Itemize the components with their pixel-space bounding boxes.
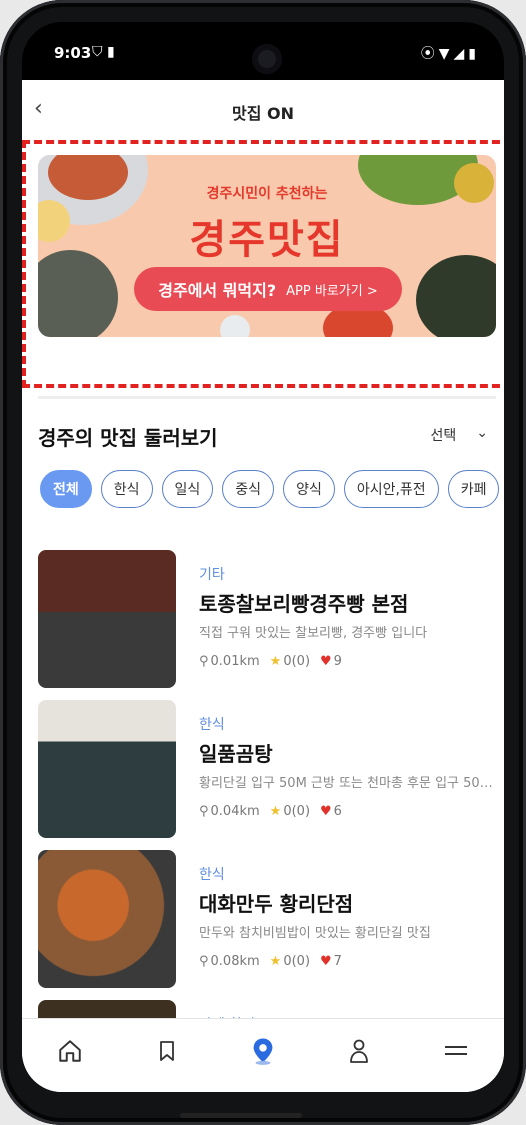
user-icon xyxy=(350,1039,369,1063)
cta-sub-text: APP 바로가기 > xyxy=(286,283,378,299)
nav-profile[interactable] xyxy=(335,1027,383,1075)
nav-map[interactable] xyxy=(239,1027,287,1075)
chip-korean[interactable]: 한식 xyxy=(100,470,153,508)
status-time: 9:03 xyxy=(54,44,92,62)
item-meta: ⚲ 0.04km ★ 0(0) ♥ 6 xyxy=(199,804,342,819)
chip-cafe[interactable]: 카페 xyxy=(447,470,500,508)
location-pin-icon: ⚲ xyxy=(199,804,209,819)
star-icon: ★ xyxy=(269,804,282,819)
star-icon: ★ xyxy=(269,654,282,669)
sort-dropdown[interactable]: 선택 ⌄ xyxy=(431,425,489,445)
banner-subtitle: 경주시민이 추천하는 xyxy=(206,186,328,202)
category-chips: 전체 한식 일식 중식 양식 아시안,퓨전 카페 xyxy=(40,470,500,514)
item-category: 한식 xyxy=(199,717,225,733)
item-distance: 0.01km xyxy=(210,654,260,669)
item-rating: 0(0) xyxy=(283,804,311,819)
chip-chinese[interactable]: 중식 xyxy=(222,470,275,508)
nav-menu[interactable] xyxy=(432,1027,480,1075)
front-camera xyxy=(252,44,282,74)
item-category: 한식 xyxy=(199,867,225,883)
item-meta: ⚲ 0.01km ★ 0(0) ♥ 9 xyxy=(199,654,342,669)
chip-asian-fusion[interactable]: 아시안,퓨전 xyxy=(343,470,439,508)
home-icon xyxy=(59,1039,81,1062)
home-indicator xyxy=(180,1113,302,1118)
banner-title: 경주맛집 xyxy=(189,217,345,263)
nav-home[interactable] xyxy=(46,1027,94,1075)
item-rating: 0(0) xyxy=(283,954,311,969)
chip-all[interactable]: 전체 xyxy=(40,470,92,508)
sort-label: 선택 xyxy=(430,428,457,444)
section-title: 경주의 맛집 둘러보기 xyxy=(38,426,218,450)
chip-japanese[interactable]: 일식 xyxy=(161,470,214,508)
nav-bookmark[interactable] xyxy=(143,1027,191,1075)
app-shortcut-button[interactable]: 경주에서 뭐먹지? APP 바로가기 > xyxy=(134,267,402,311)
item-category: 기타 xyxy=(199,567,225,583)
item-likes: 6 xyxy=(333,804,342,819)
list-item[interactable]: 한식 일품곰탕 황리단길 입구 50M 근방 또는 천마총 후문 입구 50M…… xyxy=(38,700,499,840)
item-name: 일품곰탕 xyxy=(199,742,273,766)
small-cup-image xyxy=(220,315,250,337)
phone-frame: 9:03 ⛉ ▮ ⦿▼◢▮ ‹ 맛집 ON 경주시민이 추천하는 경주맛집 경주… xyxy=(0,0,526,1125)
salmon-dish-image xyxy=(416,255,496,337)
item-name: 대화만두 황리단점 xyxy=(199,892,354,916)
item-rating: 0(0) xyxy=(283,654,311,669)
item-description: 직접 구워 맛있는 찰보리빵, 경주빵 입니다 xyxy=(199,626,428,641)
star-icon: ★ xyxy=(269,954,282,969)
item-meta: ⚲ 0.08km ★ 0(0) ♥ 7 xyxy=(199,954,342,969)
status-system-icons: ⦿▼◢▮ xyxy=(420,46,480,62)
item-description: 황리단길 입구 50M 근방 또는 천마총 후문 입구 50M… xyxy=(199,776,499,791)
item-distance: 0.04km xyxy=(210,804,260,819)
page-title: 맛집 ON xyxy=(231,104,294,123)
restaurant-thumbnail xyxy=(38,700,176,838)
location-pin-icon: ⚲ xyxy=(199,954,209,969)
heart-icon: ♥ xyxy=(320,954,332,969)
item-likes: 9 xyxy=(333,654,342,669)
heart-icon: ♥ xyxy=(320,654,332,669)
bookmark-icon xyxy=(159,1040,174,1061)
top-bar: ‹ 맛집 ON xyxy=(22,80,504,142)
item-distance: 0.08km xyxy=(210,954,260,969)
status-bar: 9:03 ⛉ ▮ ⦿▼◢▮ xyxy=(22,22,504,80)
location-pin-icon xyxy=(253,1038,273,1065)
item-name: 토종찰보리빵경주빵 본점 xyxy=(199,592,409,616)
promo-banner[interactable]: 경주시민이 추천하는 경주맛집 경주에서 뭐먹지? APP 바로가기 > xyxy=(38,155,496,337)
screen: 9:03 ⛉ ▮ ⦿▼◢▮ ‹ 맛집 ON 경주시민이 추천하는 경주맛집 경주… xyxy=(22,22,504,1092)
item-likes: 7 xyxy=(333,954,342,969)
list-item[interactable]: 기타 토종찰보리빵경주빵 본점 직접 구워 맛있는 찰보리빵, 경주빵 입니다 … xyxy=(38,550,498,690)
bottom-navigation xyxy=(22,1018,504,1092)
cta-main-text: 경주에서 뭐먹지? xyxy=(158,281,277,300)
restaurant-thumbnail xyxy=(38,550,176,688)
list-item[interactable]: 한식 대화만두 황리단점 만두와 참치비빔밥이 맛있는 황리단길 맛집 ⚲ 0.0… xyxy=(38,850,498,990)
status-notification-icons: ⛉ ▮ xyxy=(92,44,115,60)
menu-icon xyxy=(444,1045,467,1055)
restaurant-thumbnail xyxy=(38,850,176,988)
banner-divider xyxy=(38,396,496,399)
item-description: 만두와 참치비빔밥이 맛있는 황리단길 맛집 xyxy=(199,926,431,941)
heart-icon: ♥ xyxy=(320,804,332,819)
app-content: ‹ 맛집 ON 경주시민이 추천하는 경주맛집 경주에서 뭐먹지? APP 바로… xyxy=(22,80,504,1092)
location-pin-icon: ⚲ xyxy=(199,654,209,669)
chip-western[interactable]: 양식 xyxy=(283,470,335,508)
chevron-down-icon: ⌄ xyxy=(476,425,488,441)
